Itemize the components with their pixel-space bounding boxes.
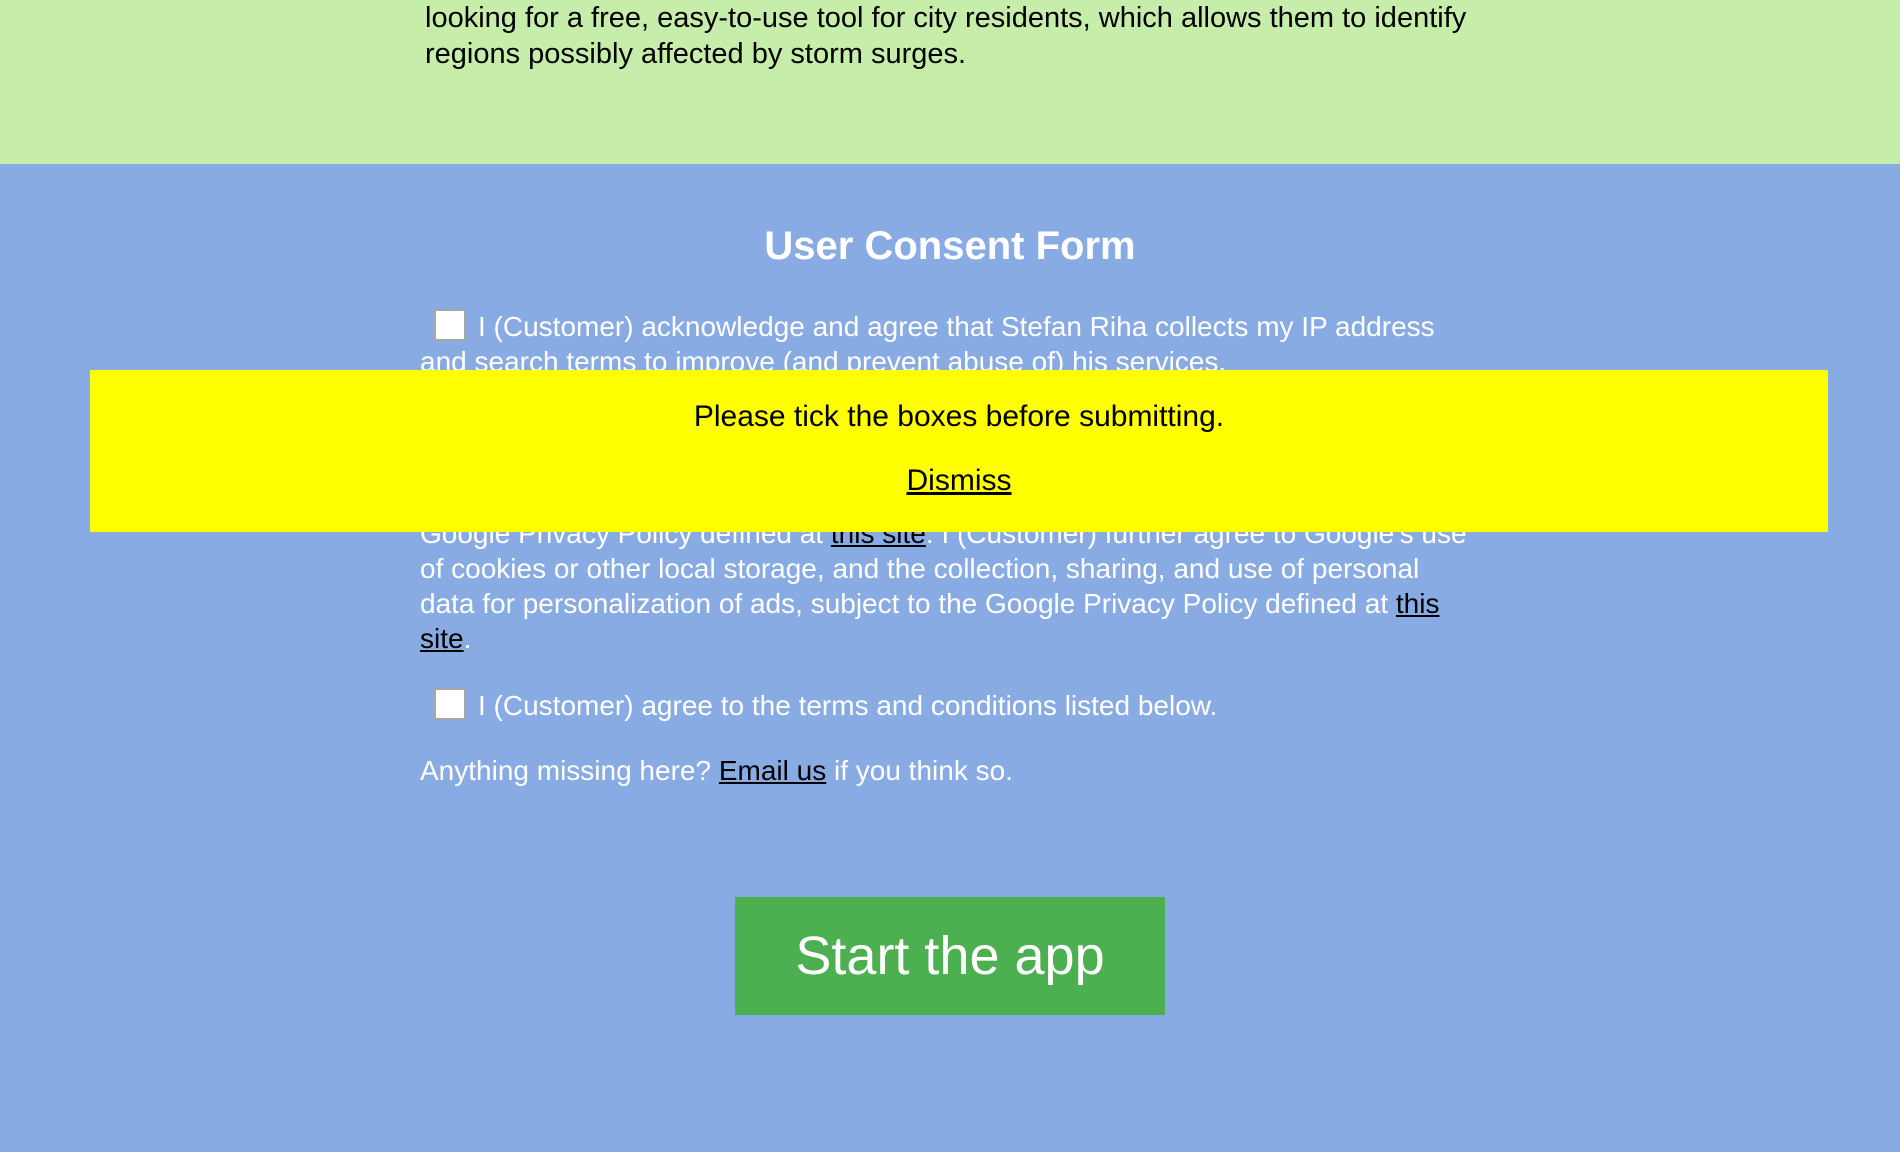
consent-text-1: I (Customer) acknowledge and agree that … — [420, 309, 1480, 379]
intro-text-fragment: looking for a free, easy-to-use tool for… — [425, 2, 1466, 70]
missing-pre: Anything missing here? — [420, 755, 719, 786]
intro-band: looking for a free, easy-to-use tool for… — [0, 0, 1900, 164]
email-us-link[interactable]: Email us — [719, 755, 826, 786]
consent-text-3: I (Customer) agree to the terms and cond… — [420, 688, 1480, 723]
consent2-post: . — [464, 623, 472, 654]
consent-checkbox-1[interactable] — [434, 309, 466, 341]
consent-form-title: User Consent Form — [420, 224, 1480, 269]
missing-post: if you think so. — [826, 755, 1013, 786]
consent-section: User Consent Form I (Customer) acknowled… — [0, 164, 1900, 1152]
start-app-button[interactable]: Start the app — [735, 897, 1164, 1015]
consent-item-3: I (Customer) agree to the terms and cond… — [420, 688, 1480, 723]
missing-prompt: Anything missing here? Email us if you t… — [420, 755, 1480, 787]
consent-item-1: I (Customer) acknowledge and agree that … — [420, 309, 1480, 379]
toast-dismiss-link[interactable]: Dismiss — [907, 464, 1012, 498]
toast-message: Please tick the boxes before submitting. — [110, 400, 1808, 434]
consent-checkbox-3[interactable] — [434, 688, 466, 720]
validation-toast: Please tick the boxes before submitting.… — [90, 370, 1828, 532]
